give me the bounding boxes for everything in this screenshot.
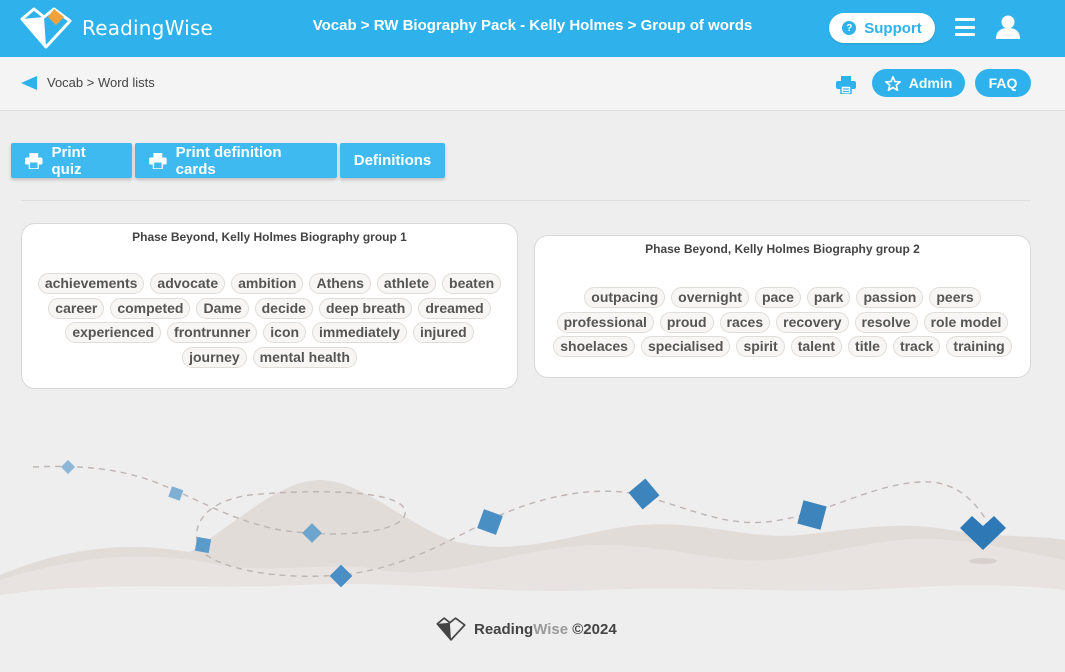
print-quiz-button[interactable]: Print quiz [11,143,132,178]
printer-icon [149,152,167,169]
word-chip[interactable]: resolve [854,311,918,333]
printer-icon[interactable] [836,76,856,94]
word-chip[interactable]: Athens [309,273,371,294]
question-circle-icon: ? [842,21,857,35]
star-icon [884,75,901,91]
hamburger-menu-icon[interactable] [955,18,975,36]
word-chip[interactable]: park [806,287,851,308]
word-chip[interactable]: specialised [640,336,731,357]
word-chip[interactable]: decide [254,297,313,319]
word-chip[interactable]: experienced [65,322,162,343]
print-quiz-label: Print quiz [51,143,86,178]
printer-icon [25,152,43,169]
word-list: outpacing overnight pace park passion peers pr… [535,286,1030,360]
word-chip[interactable]: role model [923,311,1009,333]
top-navigation-bar: ReadingWise Vocab > RW Biography Pack - … [0,0,1065,57]
word-chip[interactable]: spirit [736,336,785,357]
word-group-card: Phase Beyond, Kelly Holmes Biography gro… [534,235,1031,378]
definitions-button[interactable]: Definitions [340,143,445,178]
word-chip[interactable]: injured [412,322,474,343]
definitions-label: Definitions [353,152,432,169]
word-chip[interactable]: shoelaces [553,336,635,357]
back-arrow-icon[interactable] [21,76,37,90]
admin-button-label: Admin [908,75,953,91]
word-chip[interactable]: beaten [442,273,502,294]
word-list: achievements advocate ambition Athens athlet… [22,272,517,370]
word-chip[interactable]: outpacing [584,287,666,308]
print-definition-cards-label: Print definition cards [175,143,282,178]
footer-copyright: ReadingWise ©2024 [474,620,617,638]
divider [21,200,1031,201]
word-chip[interactable]: mental health [252,346,357,368]
word-chip[interactable]: passion [856,287,924,308]
support-button-label: Support [864,19,922,37]
admin-button[interactable]: Admin [872,69,965,97]
word-chip[interactable]: title [848,336,887,357]
word-chip[interactable]: proud [659,311,714,333]
word-chip[interactable]: Dame [196,297,249,319]
footer-brand: ReadingWise ©2024 [436,617,617,641]
word-chip[interactable]: journey [182,346,247,368]
word-chip[interactable]: advocate [150,273,226,294]
word-chip[interactable]: ambition [231,273,304,294]
word-group-card: Phase Beyond, Kelly Holmes Biography gro… [21,223,518,389]
faq-button-label: FAQ [988,75,1018,91]
word-chip[interactable]: dreamed [418,297,491,319]
word-chip[interactable]: achievements [37,273,145,294]
faq-button[interactable]: FAQ [975,69,1031,97]
word-chip[interactable]: icon [263,322,307,343]
print-definition-cards-button[interactable]: Print definition cards [135,143,337,178]
word-group-title: Phase Beyond, Kelly Holmes Biography gro… [645,242,920,256]
word-chip[interactable]: immediately [312,322,407,343]
word-chip[interactable]: frontrunner [167,322,258,343]
word-chip[interactable]: professional [556,311,654,333]
word-chip[interactable]: races [719,311,771,333]
readingwise-logo[interactable]: ReadingWise [20,7,213,49]
word-chip[interactable]: training [946,336,1012,357]
word-chip[interactable]: overnight [671,287,749,308]
word-chip[interactable]: career [48,297,105,319]
readingwise-heart-logo-icon [436,617,466,641]
user-icon[interactable] [995,14,1021,40]
word-chip[interactable]: competed [110,297,191,319]
word-chip[interactable]: deep breath [318,297,413,319]
word-chip[interactable]: talent [790,336,843,357]
word-chip[interactable]: pace [754,287,801,308]
word-chip[interactable]: athlete [376,273,437,294]
secondary-toolbar: Vocab > Word lists Admin FAQ [0,57,1065,111]
word-chip[interactable]: recovery [776,311,849,333]
word-chip[interactable]: peers [929,287,981,308]
support-button[interactable]: ? Support [829,13,935,43]
word-chip[interactable]: track [892,336,941,357]
word-group-title: Phase Beyond, Kelly Holmes Biography gro… [132,230,407,244]
app-name: ReadingWise [82,16,213,40]
breadcrumb[interactable]: Vocab > Word lists [47,75,155,90]
readingwise-heart-logo-icon [20,7,72,49]
